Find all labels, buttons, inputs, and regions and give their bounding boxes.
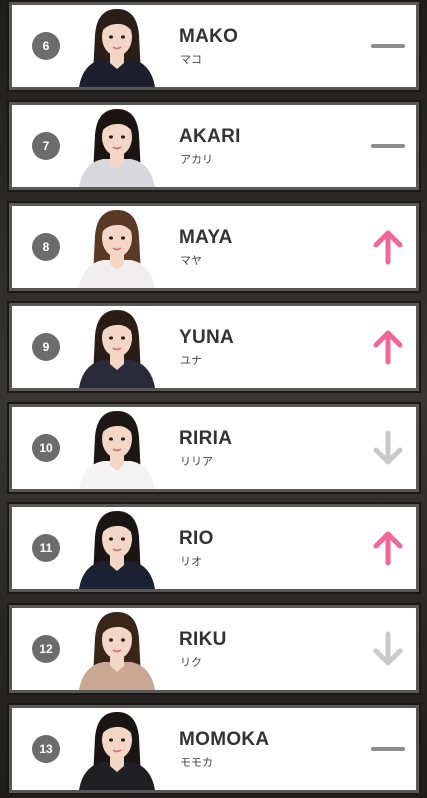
rank-badge: 6 — [32, 32, 60, 60]
member-name: AKARI — [179, 126, 241, 147]
member-name: MOMOKA — [179, 729, 270, 750]
member-name: RIRIA — [179, 428, 233, 449]
member-kana: マコ — [180, 54, 202, 66]
ranking-row[interactable]: 12 RIKU リク — [9, 605, 419, 693]
member-name: MAKO — [179, 26, 239, 47]
rank-badge: 13 — [32, 735, 60, 763]
trend-same-icon — [370, 730, 406, 768]
ranking-row[interactable]: 7 AKARI アカリ — [9, 102, 419, 190]
member-photo — [75, 105, 159, 187]
member-name: MAYA — [179, 227, 233, 248]
member-kana: リオ — [180, 556, 202, 568]
member-photo — [75, 507, 159, 589]
member-photo — [75, 608, 159, 690]
member-kana: アカリ — [180, 154, 213, 166]
ranking-row[interactable]: 10 RIRIA リリア — [9, 404, 419, 492]
member-kana: ユナ — [180, 355, 202, 367]
trend-up-icon — [370, 529, 406, 567]
member-name: RIKU — [179, 629, 227, 650]
member-photo — [75, 206, 159, 288]
trend-same-icon — [370, 127, 406, 165]
rank-badge: 12 — [32, 635, 60, 663]
rank-badge: 8 — [32, 233, 60, 261]
member-photo — [75, 708, 159, 790]
member-photo — [75, 306, 159, 388]
member-name: YUNA — [179, 327, 235, 348]
ranking-row[interactable]: 8 MAYA マヤ — [9, 203, 419, 291]
trend-down-icon — [370, 429, 406, 467]
member-kana: リク — [180, 657, 202, 669]
ranking-row[interactable]: 11 RIO リオ — [9, 504, 419, 592]
rank-badge: 10 — [32, 434, 60, 462]
trend-up-icon — [370, 228, 406, 266]
trend-down-icon — [370, 630, 406, 668]
member-photo — [75, 407, 159, 489]
trend-same-icon — [370, 27, 406, 65]
trend-up-icon — [370, 328, 406, 366]
ranking-row[interactable]: 9 YUNA ユナ — [9, 303, 419, 391]
member-photo — [75, 5, 159, 87]
member-kana: マヤ — [180, 255, 202, 267]
ranking-list: 6 MAKO マコ 7 AKARI アカリ 8 MAYA マヤ 9 YUNA ユナ 10 RIRIA リリア… — [0, 0, 427, 798]
ranking-row[interactable]: 13 MOMOKA モモカ — [9, 705, 419, 793]
rank-badge: 9 — [32, 333, 60, 361]
rank-badge: 7 — [32, 132, 60, 160]
rank-badge: 11 — [32, 534, 60, 562]
ranking-row[interactable]: 6 MAKO マコ — [9, 2, 419, 90]
member-kana: リリア — [180, 456, 213, 468]
member-name: RIO — [179, 528, 214, 549]
member-kana: モモカ — [180, 757, 213, 769]
